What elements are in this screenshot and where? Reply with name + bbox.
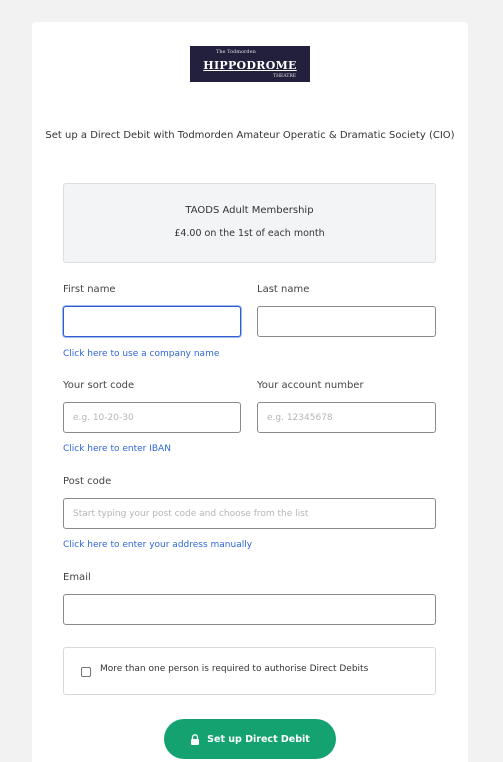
multi-signatory-checkbox[interactable] (81, 667, 91, 677)
intro-text: Set up a Direct Debit with Todmorden Ama… (45, 130, 455, 141)
multi-signatory-box: More than one person is required to auth… (63, 647, 436, 695)
email-input[interactable] (63, 594, 436, 625)
logo-main-text: HIPPODROME (203, 58, 297, 72)
plan-detail: £4.00 on the 1st of each month (174, 228, 325, 239)
iban-link[interactable]: Click here to enter IBAN (63, 444, 171, 454)
sort-code-label: Your sort code (63, 380, 135, 391)
postcode-label: Post code (63, 476, 112, 487)
sort-code-input[interactable] (63, 402, 241, 433)
setup-direct-debit-button[interactable]: Set up Direct Debit (164, 719, 336, 759)
last-name-label: Last name (257, 284, 310, 295)
logo-top-text: The Todmorden (216, 49, 256, 55)
plan-title: TAODS Adult Membership (185, 205, 314, 216)
last-name-input[interactable] (257, 306, 436, 337)
account-number-input[interactable] (257, 402, 436, 433)
first-name-label: First name (63, 284, 116, 295)
company-name-link[interactable]: Click here to use a company name (63, 349, 219, 359)
logo-sub-text: THEATRE (273, 74, 296, 79)
plan-summary: TAODS Adult Membership £4.00 on the 1st … (63, 183, 436, 263)
direct-debit-card: The Todmorden HIPPODROME THEATRE Set up … (32, 22, 468, 762)
account-number-label: Your account number (257, 380, 364, 391)
manual-address-link[interactable]: Click here to enter your address manuall… (63, 540, 252, 550)
email-label: Email (63, 572, 91, 583)
multi-signatory-label: More than one person is required to auth… (100, 664, 369, 674)
lock-icon (191, 733, 200, 745)
postcode-input[interactable] (63, 498, 436, 529)
hippodrome-logo: The Todmorden HIPPODROME THEATRE (190, 46, 310, 82)
first-name-input[interactable] (63, 306, 241, 337)
setup-direct-debit-label: Set up Direct Debit (207, 733, 310, 745)
